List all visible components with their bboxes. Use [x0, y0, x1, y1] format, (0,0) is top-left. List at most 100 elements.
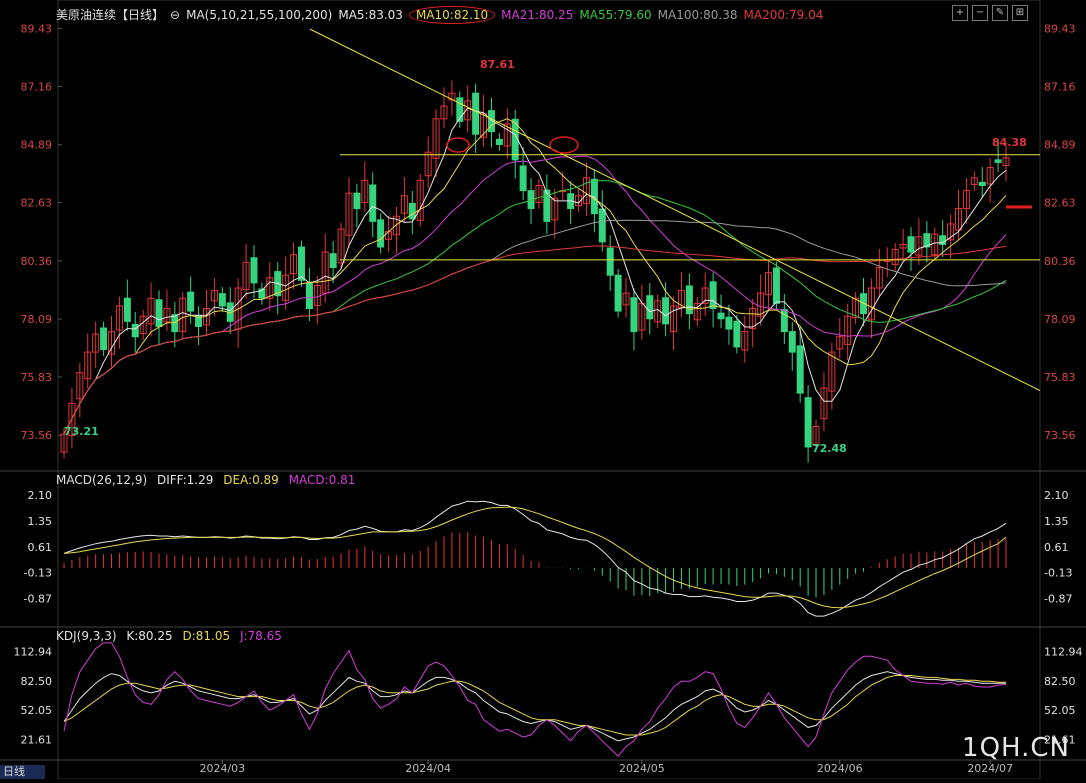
candle-body — [297, 246, 305, 281]
x-tick-label-0: 2024/03 — [199, 762, 245, 775]
kdj-params: KDJ(9,3,3) — [56, 629, 117, 643]
y-tick-label-left-7: 73.56 — [21, 429, 53, 442]
macd-tick-right-2: 0.61 — [1044, 541, 1069, 554]
ma-value-5: MA200:79.04 — [743, 8, 824, 22]
macd-params: MACD(26,12,9) — [56, 473, 148, 487]
annotation-recent: 84.38 — [992, 136, 1027, 149]
candle-body — [978, 181, 986, 186]
kdj-legend: KDJ(9,3,3) K:80.25 D:81.05 J:78.65 — [56, 629, 288, 643]
candle-body — [646, 295, 654, 320]
candle-body — [796, 345, 804, 394]
period-label: 【日线】 — [116, 8, 165, 22]
candle-body — [614, 274, 622, 312]
y-tick-label-left-6: 75.83 — [21, 371, 53, 384]
candle-body — [377, 219, 385, 248]
kdj-tick-left-2: 52.05 — [21, 704, 53, 717]
y-tick-label-left-1: 87.16 — [21, 81, 53, 94]
candle-body — [369, 184, 377, 222]
plot-frame — [57, 0, 1041, 780]
candle-body — [630, 297, 638, 333]
candle-body — [472, 92, 480, 135]
y-tick-label-right-7: 73.56 — [1044, 429, 1076, 442]
candle-body — [717, 312, 725, 320]
candle-body — [218, 293, 226, 307]
main-legend: 美原油连续【日线】 ⊖ MA(5,10,21,55,100,200) MA5:83.0… — [56, 6, 835, 24]
chart-canvas[interactable]: 89.43 89.43 87.16 87.16 84.89 84.89 82.63 82.63… — [0, 0, 1086, 780]
candle-body — [131, 323, 139, 338]
macd-tick-left-0: 2.10 — [28, 489, 53, 502]
chart-root: 89.43 89.43 87.16 87.16 84.89 84.89 82.63 82.63… — [0, 0, 1086, 780]
ma-value-3: MA55:79.60 — [579, 8, 652, 22]
candle-body — [250, 257, 258, 284]
candle-body — [907, 236, 915, 253]
ma-value-4: MA100:80.38 — [657, 8, 738, 22]
instrument-name: 美原油连续 — [56, 8, 117, 22]
y-tick-label-left-5: 78.09 — [21, 313, 53, 326]
y-tick-label-right-0: 89.43 — [1044, 22, 1076, 35]
ma10-line — [63, 118, 1007, 435]
kdj-tick-left-1: 82.50 — [21, 675, 53, 688]
x-tick-label-4: 2024/07 — [967, 762, 1013, 775]
candle-body — [725, 316, 733, 330]
ma-value-0: MA5:83.03 — [338, 8, 403, 22]
watermark: 1QH.CN — [962, 733, 1070, 763]
y-tick-label-left-3: 82.63 — [21, 197, 53, 210]
candle-body — [598, 208, 606, 243]
macd-tick-right-0: 2.10 — [1044, 489, 1069, 502]
macd-legend: MACD(26,12,9) DIFF:1.29 DEA:0.89 MACD:0.… — [56, 473, 361, 487]
settings-icon[interactable]: ⊖ — [170, 8, 180, 22]
macd-tick-left-1: 1.35 — [28, 515, 53, 528]
candle-body — [994, 159, 1002, 163]
candle-body — [733, 320, 741, 348]
macd-diff: DIFF:1.29 — [156, 473, 214, 487]
ma5-line — [63, 107, 1007, 435]
macd-tick-left-2: 0.61 — [28, 541, 53, 554]
kdj-j-line — [63, 642, 1007, 757]
chart-toolbar: + − ✎ ⊞ — [952, 5, 1028, 21]
candle-body — [305, 282, 313, 310]
ma-params: MA(5,10,21,55,100,200) — [186, 8, 333, 22]
macd-tick-right-1: 1.35 — [1044, 515, 1069, 528]
y-tick-label-right-4: 80.36 — [1044, 255, 1076, 268]
macd-tick-left-3: -0.13 — [24, 567, 52, 580]
macd-tick-right-4: -0.87 — [1044, 592, 1072, 605]
candle-body — [408, 202, 416, 220]
macd-dea: DEA:0.89 — [223, 473, 279, 487]
expand-icon[interactable]: ⊞ — [1012, 5, 1028, 21]
candle-body — [123, 297, 131, 322]
candle-body — [187, 291, 195, 312]
candle-body — [353, 192, 361, 210]
period-button[interactable]: 日线 — [0, 765, 45, 779]
ma-value-2: MA21:80.25 — [501, 8, 574, 22]
draw-tool-icon[interactable]: ✎ — [992, 5, 1008, 21]
highlight-circle-2 — [549, 136, 579, 154]
candle-body — [329, 253, 337, 269]
kdj-tick-right-1: 82.50 — [1044, 675, 1076, 688]
ma-value-1: MA10:82.10 — [408, 6, 496, 24]
kdj-d: D:81.05 — [182, 629, 231, 643]
kdj-j: J:78.65 — [239, 629, 282, 643]
y-tick-label-right-3: 82.63 — [1044, 197, 1076, 210]
ma100-line — [63, 219, 1007, 435]
x-tick-label-1: 2024/04 — [405, 762, 451, 775]
candle-body — [788, 331, 796, 353]
y-tick-label-right-1: 87.16 — [1044, 81, 1076, 94]
y-tick-label-left-4: 80.36 — [21, 255, 53, 268]
candle-body — [100, 327, 108, 351]
candle-body — [662, 297, 670, 325]
annotation-high: 87.61 — [480, 58, 515, 71]
annotation-low-2: 72.48 — [812, 442, 847, 455]
macd-tick-right-3: -0.13 — [1044, 567, 1072, 580]
ma200-line — [63, 245, 1007, 435]
candle-body — [709, 281, 717, 310]
kdj-tick-left-0: 112.94 — [14, 646, 53, 659]
zoom-out-icon[interactable]: − — [972, 5, 988, 21]
y-tick-label-right-5: 78.09 — [1044, 313, 1076, 326]
zoom-in-icon[interactable]: + — [952, 5, 968, 21]
y-tick-label-left-2: 84.89 — [21, 139, 53, 152]
x-tick-label-3: 2024/06 — [817, 762, 863, 775]
kdj-tick-left-3: 21.61 — [21, 733, 53, 746]
candle-body — [519, 165, 527, 192]
candle-body — [804, 397, 812, 448]
macd-value: MACD:0.81 — [288, 473, 356, 487]
